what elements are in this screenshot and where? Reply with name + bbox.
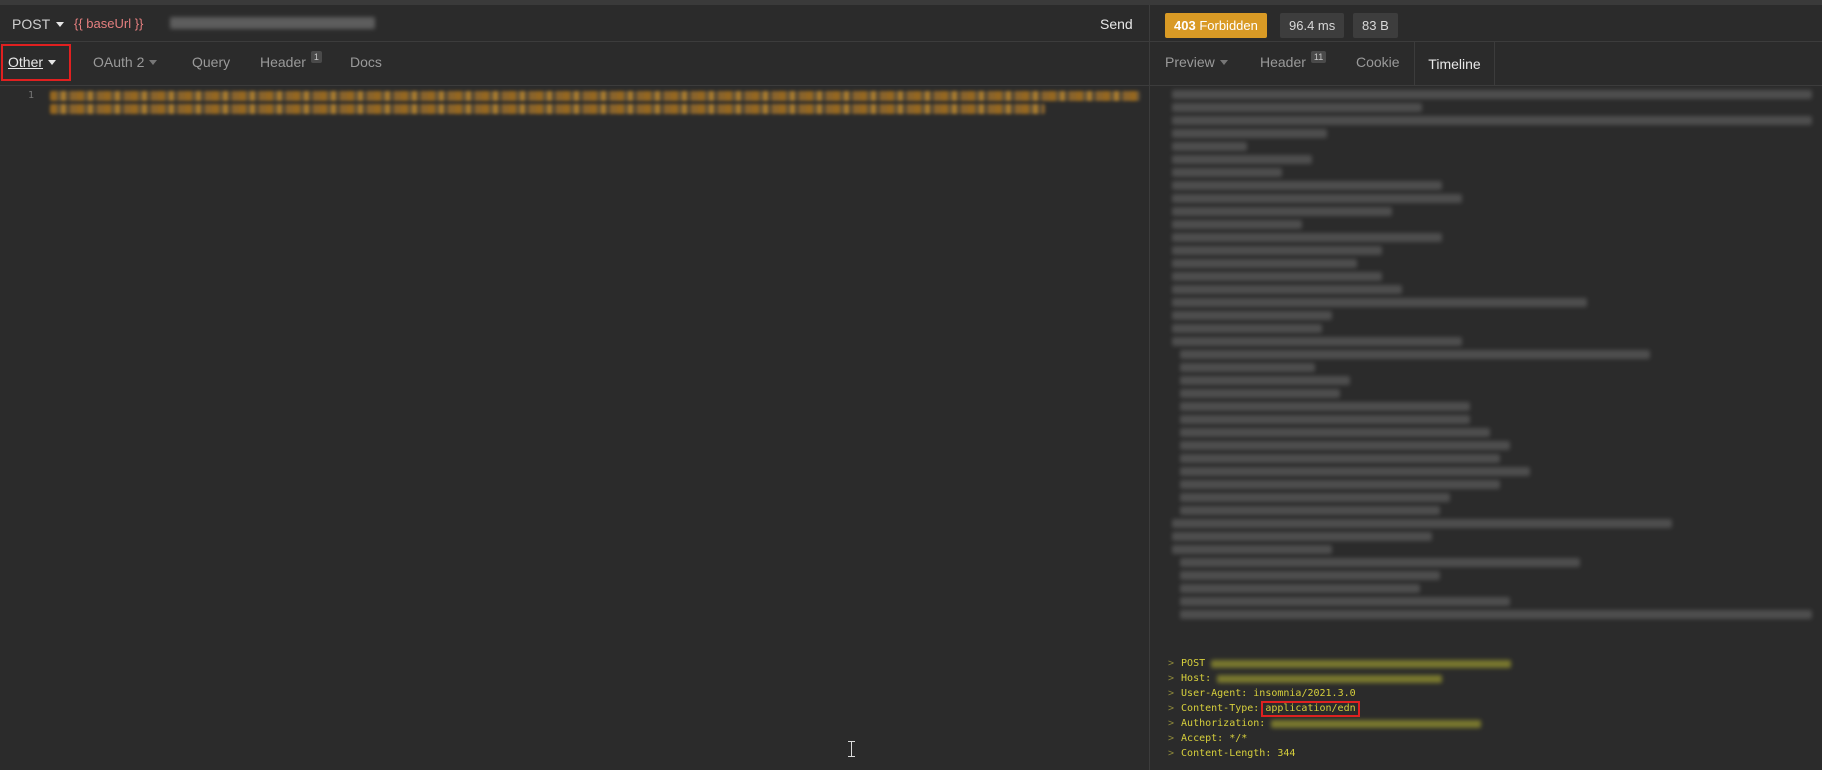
timeline-line: > Content-Type: application/edn	[1168, 700, 1511, 717]
header-count-badge: 11	[1310, 51, 1327, 63]
timeline-redacted-line	[1180, 467, 1530, 476]
chevron-down-icon	[1219, 59, 1228, 65]
timeline-line: > Accept: */*	[1168, 733, 1248, 744]
method-dropdown[interactable]: POST	[12, 16, 65, 32]
highlight-box-other	[1, 44, 71, 81]
timeline-redacted-line	[1172, 285, 1402, 294]
response-status-bar: 403 Forbidden 96.4 ms 83 B	[1150, 5, 1822, 42]
tab-label: Docs	[350, 54, 382, 70]
timeline-redacted-line	[1172, 181, 1442, 190]
tab-label: OAuth 2	[93, 54, 145, 70]
tab-cookie[interactable]: Cookie	[1356, 54, 1400, 70]
timeline-redacted-line	[1172, 168, 1282, 177]
line-number: 1	[28, 90, 35, 101]
timeline-redacted-line	[1180, 480, 1500, 489]
timeline-redacted-line	[1172, 246, 1382, 255]
tab-label: Query	[192, 54, 231, 70]
timeline-redacted-line	[1180, 376, 1350, 385]
timeline-redacted-line	[1172, 142, 1247, 151]
tab-label: Header	[260, 54, 306, 70]
timeline-redacted-line	[1172, 259, 1357, 268]
send-button[interactable]: Send	[1100, 16, 1133, 32]
status-badge: 403 Forbidden	[1165, 13, 1267, 38]
timeline-redacted-line	[1172, 337, 1462, 346]
timeline-line: > Host:	[1168, 671, 1511, 686]
body-editor[interactable]: 1	[0, 86, 1149, 770]
timeline-redacted-line	[1172, 298, 1587, 307]
tab-header[interactable]: Header 1	[260, 51, 322, 70]
timeline-redacted-line	[1180, 363, 1315, 372]
timeline-redacted-line	[1180, 558, 1580, 567]
timeline-redacted-line	[1172, 116, 1812, 125]
timeline-redacted-line	[1180, 428, 1490, 437]
response-size-badge: 83 B	[1353, 13, 1398, 38]
url-variable-tag[interactable]: {{ baseUrl }}	[74, 16, 143, 31]
timeline-redacted-line	[1172, 233, 1442, 242]
timeline-redacted-line	[1172, 194, 1462, 203]
timeline-line: > User-Agent: insomnia/2021.3.0	[1168, 688, 1356, 699]
value-redacted	[1271, 719, 1482, 728]
response-tabs: Preview Header 11 Cookie Timeline	[1150, 42, 1822, 86]
text-cursor-icon	[848, 741, 856, 757]
code-redacted	[50, 91, 1140, 101]
tab-preview[interactable]: Preview	[1165, 54, 1228, 70]
timeline-redacted-line	[1180, 389, 1340, 398]
tab-label: Preview	[1165, 54, 1215, 70]
timeline-redacted-line	[1180, 571, 1440, 580]
timeline-redacted-line	[1172, 155, 1312, 164]
url-redacted[interactable]	[170, 17, 375, 29]
tab-timeline[interactable]: Timeline	[1414, 42, 1495, 85]
response-time-badge: 96.4 ms	[1280, 13, 1345, 38]
timeline-line: > POST	[1168, 656, 1512, 671]
timeline-redacted-line	[1172, 545, 1332, 554]
value-redacted	[1211, 659, 1512, 668]
timeline-redacted-line	[1172, 519, 1672, 528]
timeline-redacted-line	[1180, 441, 1510, 450]
request-tabs: Other OAuth 2 Query Header 1 Docs	[0, 42, 1149, 86]
request-pane: POST {{ baseUrl }} Send Other OAuth 2 Qu…	[0, 5, 1149, 770]
status-code: 403	[1174, 18, 1196, 33]
highlight-box-content-type: application/edn	[1261, 700, 1360, 717]
tab-auth[interactable]: OAuth 2	[93, 54, 158, 70]
header-count-badge: 1	[310, 51, 322, 63]
tab-label: Cookie	[1356, 54, 1400, 70]
timeline-redacted-line	[1172, 311, 1332, 320]
timeline-redacted-line	[1172, 324, 1322, 333]
timeline-redacted-line	[1172, 532, 1432, 541]
tab-label: Header	[1260, 54, 1306, 70]
chevron-down-icon	[56, 21, 65, 27]
tab-response-header[interactable]: Header 11	[1260, 51, 1327, 70]
timeline-redacted-line	[1180, 493, 1450, 502]
tab-query[interactable]: Query	[192, 54, 230, 70]
timeline-redacted-line	[1180, 506, 1440, 515]
timeline-line: > Content-Length: 344	[1168, 748, 1296, 759]
chevron-down-icon	[149, 59, 158, 65]
timeline-redacted-line	[1172, 220, 1302, 229]
timeline-redacted-line	[1180, 402, 1470, 411]
request-headers-list: > POST > Host: > User-Agent: insomnia/2021.…	[1168, 656, 1512, 761]
timeline-redacted-line	[1172, 207, 1392, 216]
timeline-redacted-line	[1172, 272, 1382, 281]
tab-docs[interactable]: Docs	[350, 54, 382, 70]
timeline-redacted-line	[1172, 103, 1422, 112]
code-redacted	[50, 104, 1045, 114]
timeline-line: > Authorization:	[1168, 716, 1511, 731]
status-text: Forbidden	[1199, 18, 1258, 33]
timeline-redacted-line	[1180, 597, 1510, 606]
timeline-redacted-line	[1180, 610, 1812, 619]
timeline-redacted-line	[1180, 584, 1420, 593]
tab-label: Timeline	[1428, 55, 1481, 72]
timeline-redacted-line	[1180, 454, 1500, 463]
timeline-redacted-line	[1172, 90, 1812, 99]
timeline-redacted-line	[1180, 350, 1650, 359]
value-redacted	[1217, 674, 1443, 683]
method-label: POST	[12, 16, 51, 32]
timeline-redacted-line	[1180, 415, 1470, 424]
timeline-redacted-line	[1172, 129, 1327, 138]
url-bar: POST {{ baseUrl }} Send	[0, 5, 1149, 42]
timeline-view[interactable]: > POST > Host: > User-Agent: insomnia/2021.…	[1150, 86, 1822, 770]
response-pane: 403 Forbidden 96.4 ms 83 B Preview Heade…	[1150, 5, 1822, 770]
